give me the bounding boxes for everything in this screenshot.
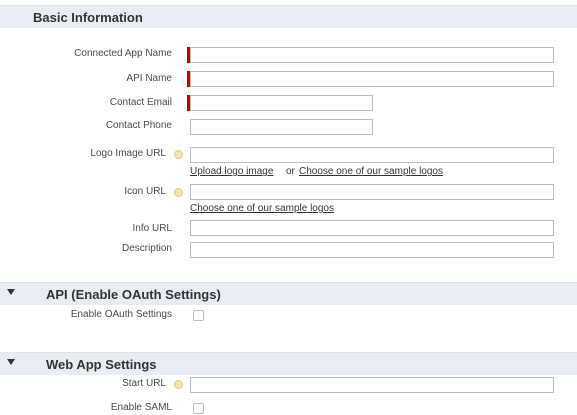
contact-email-input[interactable] — [190, 95, 373, 111]
section-title: API (Enable OAuth Settings) — [46, 287, 221, 302]
api-name-input[interactable] — [190, 71, 554, 87]
collapse-caret-icon[interactable] — [7, 359, 15, 365]
contact-phone-label: Contact Phone — [105, 120, 172, 131]
api-name-label: API Name — [126, 73, 172, 84]
logo-image-url-input[interactable] — [190, 147, 554, 163]
enable-oauth-checkbox[interactable] — [193, 310, 204, 321]
help-icon[interactable] — [174, 150, 183, 159]
enable-saml-label: Enable SAML — [110, 402, 172, 413]
sample-logos-link[interactable]: Choose one of our sample logos — [299, 166, 443, 177]
section-title: Basic Information — [33, 10, 143, 25]
description-input[interactable] — [190, 242, 554, 258]
start-url-input[interactable] — [190, 377, 554, 393]
api-section-header[interactable]: API (Enable OAuth Settings) — [0, 282, 577, 305]
info-url-label: Info URL — [132, 223, 172, 234]
logo-image-url-label: Logo Image URL — [90, 148, 166, 159]
collapse-caret-icon[interactable] — [7, 289, 15, 295]
basic-information-header: Basic Information — [0, 5, 577, 28]
enable-oauth-label: Enable OAuth Settings — [70, 309, 172, 320]
connected-app-name-input[interactable] — [190, 47, 554, 63]
contact-email-label: Contact Email — [109, 97, 172, 108]
section-title: Web App Settings — [46, 357, 157, 372]
connected-app-form: Basic Information Connected App Name API… — [0, 0, 577, 415]
icon-url-input[interactable] — [190, 184, 554, 200]
icon-sample-logos-link[interactable]: Choose one of our sample logos — [190, 203, 334, 214]
start-url-label: Start URL — [122, 378, 166, 389]
web-app-section-header[interactable]: Web App Settings — [0, 352, 577, 375]
enable-saml-checkbox[interactable] — [193, 403, 204, 414]
info-url-input[interactable] — [190, 220, 554, 236]
help-icon[interactable] — [174, 380, 183, 389]
icon-url-label: Icon URL — [124, 186, 166, 197]
description-label: Description — [121, 243, 172, 254]
connected-app-name-label: Connected App Name — [74, 48, 172, 59]
help-icon[interactable] — [174, 188, 183, 197]
upload-logo-link[interactable]: Upload logo image — [190, 166, 273, 177]
or-text: or — [286, 166, 295, 177]
contact-phone-input[interactable] — [190, 119, 373, 135]
